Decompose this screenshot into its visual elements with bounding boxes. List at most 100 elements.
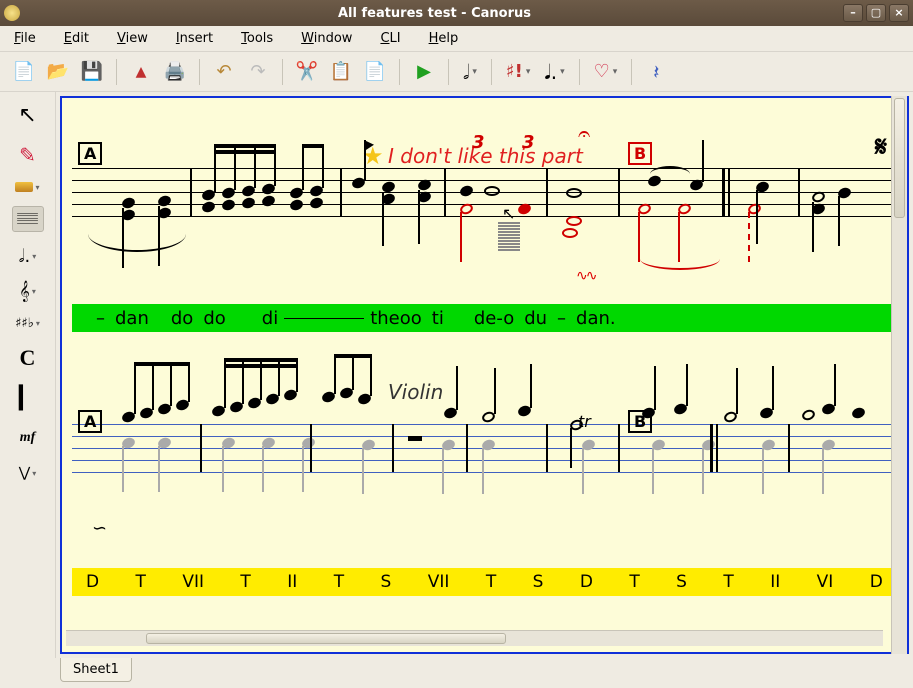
menubar: File Edit View Insert Tools Window CLI H… [0,26,913,52]
menu-tools[interactable]: Tools [237,29,277,48]
harmony-symbol: T [719,572,737,592]
tab-bar: Sheet1 [0,658,913,688]
toolbar-separator [116,59,117,85]
harmony-symbol: VII [178,572,208,592]
toolbar-separator [579,59,580,85]
harmony-symbol: T [132,572,150,592]
harmony-symbol: S [529,572,548,592]
tremolo-icon [498,222,520,251]
time-signature-tool-icon[interactable]: C [12,345,44,371]
play-icon[interactable]: ▶ [410,58,438,86]
window-buttons: – ▢ × [843,4,909,22]
side-toolbar: ↖ ✎ ▾ 𝄚𝄚 𝅗𝅥.▾ 𝄞▾ ♯♯♭▾ C ▎ mf ⋁▾ [0,92,56,658]
toolbar-separator [199,59,200,85]
toolbar-separator [282,59,283,85]
horizontal-scrollbar-thumb[interactable] [146,633,506,644]
titlebar: All features test - Canorus – ▢ × [0,0,913,26]
color-tool-dropdown[interactable]: ▾ [15,182,39,192]
lyric-syllable: – [92,308,109,329]
harmony-symbol: T [482,572,500,592]
harmony-symbol: S [377,572,396,592]
lyric-syllable: dan. [572,308,620,329]
harmony-symbol: D [576,572,597,592]
lyric-syllable: ti [428,308,448,329]
dynamic-mark-tool-icon[interactable]: mf [12,425,44,451]
toolbar-separator [631,59,632,85]
rest-icon[interactable]: 𝄽 [642,58,670,86]
menu-help[interactable]: Help [425,29,463,48]
lyric-syllable: theoo [366,308,426,329]
menu-insert[interactable]: Insert [172,29,217,48]
harmony-symbol: II [766,572,784,592]
app-icon [4,5,20,21]
harmony-symbol: II [283,572,301,592]
paste-icon[interactable]: 📄 [361,58,389,86]
harmony-symbol: VII [424,572,454,592]
lyric-syllable: do [167,308,197,329]
horizontal-scrollbar[interactable] [66,630,883,646]
fermata-icon: 𝄐 [578,122,590,147]
save-icon[interactable]: 💾 [78,58,106,86]
harmony-symbol: D [82,572,103,592]
note-picker-dropdown[interactable]: 𝅗𝅥.▾ [19,246,36,267]
annotation-text: I don't like this part [388,144,583,168]
cursor-icon: ↖ [502,204,515,223]
notes-staff1 [62,168,907,288]
dot-dropdown[interactable]: 𝅘𝅥.▾ [540,58,568,86]
undo-icon[interactable]: ↶ [210,58,238,86]
minimize-button[interactable]: – [843,4,863,22]
clef-picker-dropdown[interactable]: 𝄞▾ [19,281,36,302]
new-document-icon[interactable]: 📄 [10,58,38,86]
select-tool-icon[interactable]: ↖ [12,102,44,128]
main-area: ↖ ✎ ▾ 𝄚𝄚 𝅗𝅥.▾ 𝄞▾ ♯♯♭▾ C ▎ mf ⋁▾ A ★ I do [0,92,913,658]
toolbar-separator [399,59,400,85]
harmony-symbol: T [236,572,254,592]
lyric-syllable: do [199,308,229,329]
rehearsal-mark-b: B [628,142,652,165]
harmony-symbol: T [625,572,643,592]
segno-icon: 𝄋 [875,130,887,164]
harmony-symbol: D [866,572,887,592]
score-canvas[interactable]: A ★ I don't like this part 3 3 𝄐 B 𝄋 ∿∿ [60,96,909,654]
insert-tool-icon[interactable]: ✎ [12,142,44,168]
open-folder-icon[interactable]: 📂 [44,58,72,86]
menu-window[interactable]: Window [297,29,356,48]
key-signature-picker-dropdown[interactable]: ♯♯♭▾ [15,316,40,331]
toolbar-separator [448,59,449,85]
staff-mode-tool-icon[interactable]: 𝄚𝄚 [12,206,44,232]
vertical-scrollbar[interactable] [891,96,907,654]
harmony-symbol: S [672,572,691,592]
lyrics-row-1: – dan do do di theoo ti de-o du – dan. [72,304,897,332]
canvas-wrapper: A ★ I don't like this part 3 3 𝄐 B 𝄋 ∿∿ [56,92,913,658]
accidental-dropdown[interactable]: ♯!▾ [502,59,534,84]
note-duration-dropdown[interactable]: 𝅗𝅥▾ [459,58,481,86]
toolbar-separator [491,59,492,85]
lyric-syllable: de-o [470,308,518,329]
tuplet-3: 3 [522,132,535,153]
redo-icon[interactable]: ↷ [244,58,272,86]
vertical-scrollbar-thumb[interactable] [894,98,905,218]
menu-edit[interactable]: Edit [60,29,93,48]
harmony-symbol: T [330,572,348,592]
menu-file[interactable]: File [10,29,40,48]
harmony-symbol: VI [813,572,838,592]
menu-view[interactable]: View [113,29,152,48]
notes-staff2 [62,378,907,548]
lyrics-row-2: D T VII T II T S VII T S D T S T II VI D [72,568,897,596]
print-icon[interactable]: 🖨️ [161,58,189,86]
rehearsal-mark-a: A [78,142,102,165]
toolbar: 📄 📂 💾 ▲ 🖨️ ↶ ↷ ✂️ 📋 📄 ▶ 𝅗𝅥▾ ♯!▾ 𝅘𝅥.▾ ♡▾ … [0,52,913,92]
barline-tool-icon[interactable]: ▎ [12,385,44,411]
lyric-syllable: – [553,308,570,329]
cut-icon[interactable]: ✂️ [293,58,321,86]
pdf-export-icon[interactable]: ▲ [127,58,155,86]
lyric-syllable: du [520,308,551,329]
tab-sheet1[interactable]: Sheet1 [60,658,132,682]
hairpin-picker-dropdown[interactable]: ⋁▾ [19,465,37,481]
close-button[interactable]: × [889,4,909,22]
maximize-button[interactable]: ▢ [866,4,886,22]
menu-cli[interactable]: CLI [376,29,404,48]
tie-dropdown[interactable]: ♡▾ [590,59,622,84]
copy-icon[interactable]: 📋 [327,58,355,86]
lyric-syllable: dan [111,308,153,329]
